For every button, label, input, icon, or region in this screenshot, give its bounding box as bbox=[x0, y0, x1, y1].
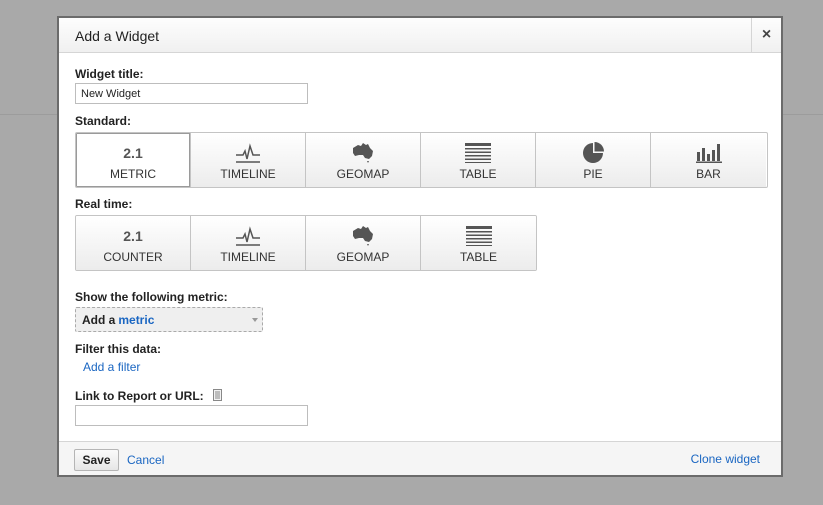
link-report-label-row: Link to Report or URL: bbox=[75, 389, 222, 404]
realtime-widget-types: 2.1 COUNTER TIMELINE GEOMAP TABLE bbox=[75, 215, 537, 271]
realtime-label: Real time: bbox=[75, 197, 133, 211]
standard-timeline-label: TIMELINE bbox=[220, 167, 276, 181]
standard-table-label: TABLE bbox=[459, 167, 497, 181]
filter-label: Filter this data: bbox=[75, 342, 162, 356]
standard-widget-types: 2.1 METRIC TIMELINE GEOMAP TABLE PIE BAR bbox=[75, 132, 768, 188]
add-filter-link[interactable]: Add a filter bbox=[83, 360, 140, 374]
close-icon: × bbox=[761, 26, 772, 43]
cancel-link[interactable]: Cancel bbox=[127, 453, 164, 467]
realtime-counter-button[interactable]: 2.1 COUNTER bbox=[76, 216, 191, 270]
add-metric-link[interactable]: metric bbox=[118, 313, 154, 327]
standard-label: Standard: bbox=[75, 114, 132, 128]
realtime-table-label: TABLE bbox=[459, 250, 498, 264]
realtime-timeline-button[interactable]: TIMELINE bbox=[191, 216, 306, 270]
standard-pie-label: PIE bbox=[583, 167, 603, 181]
table-icon bbox=[465, 142, 491, 164]
dialog-header: Add a Widget × bbox=[59, 18, 781, 53]
realtime-table-button[interactable]: TABLE bbox=[421, 216, 536, 270]
widget-title-label: Widget title: bbox=[75, 67, 144, 81]
pie-icon bbox=[582, 142, 604, 164]
standard-geomap-button[interactable]: GEOMAP bbox=[306, 133, 421, 187]
metric-icon: 2.1 bbox=[123, 145, 143, 161]
realtime-counter-label: COUNTER bbox=[103, 250, 163, 264]
link-report-label: Link to Report or URL: bbox=[75, 389, 204, 403]
add-metric-dropdown[interactable]: Add a metric bbox=[75, 307, 263, 332]
metric-label: Show the following metric: bbox=[75, 290, 228, 304]
chevron-down-icon bbox=[252, 318, 258, 322]
standard-metric-label: METRIC bbox=[110, 167, 156, 181]
add-widget-dialog: Add a Widget × Widget title: Standard: 2… bbox=[57, 16, 783, 477]
geomap-icon bbox=[351, 225, 375, 247]
save-button[interactable]: Save bbox=[74, 449, 119, 471]
realtime-geomap-button[interactable]: GEOMAP bbox=[306, 216, 421, 270]
standard-pie-button[interactable]: PIE bbox=[536, 133, 651, 187]
standard-metric-button[interactable]: 2.1 METRIC bbox=[76, 133, 191, 187]
standard-table-button[interactable]: TABLE bbox=[421, 133, 536, 187]
standard-timeline-button[interactable]: TIMELINE bbox=[191, 133, 306, 187]
timeline-icon bbox=[235, 225, 261, 247]
dialog-footer: Save Cancel Clone widget bbox=[59, 441, 781, 475]
realtime-timeline-label: TIMELINE bbox=[220, 250, 276, 264]
standard-bar-button[interactable]: BAR bbox=[651, 133, 766, 187]
standard-bar-label: BAR bbox=[696, 167, 721, 181]
widget-title-input[interactable] bbox=[75, 83, 308, 104]
dialog-title: Add a Widget bbox=[75, 28, 160, 44]
timeline-icon bbox=[235, 142, 261, 164]
clone-widget-link[interactable]: Clone widget bbox=[691, 452, 760, 466]
counter-icon: 2.1 bbox=[123, 228, 143, 244]
table-icon bbox=[465, 225, 492, 247]
bar-icon bbox=[695, 142, 722, 164]
realtime-geomap-label: GEOMAP bbox=[336, 250, 390, 264]
add-metric-prefix: Add a bbox=[82, 312, 116, 327]
standard-geomap-label: GEOMAP bbox=[336, 167, 390, 181]
close-button[interactable]: × bbox=[751, 18, 781, 52]
link-report-input[interactable] bbox=[75, 405, 308, 426]
document-icon bbox=[213, 389, 222, 404]
geomap-icon bbox=[351, 142, 375, 164]
